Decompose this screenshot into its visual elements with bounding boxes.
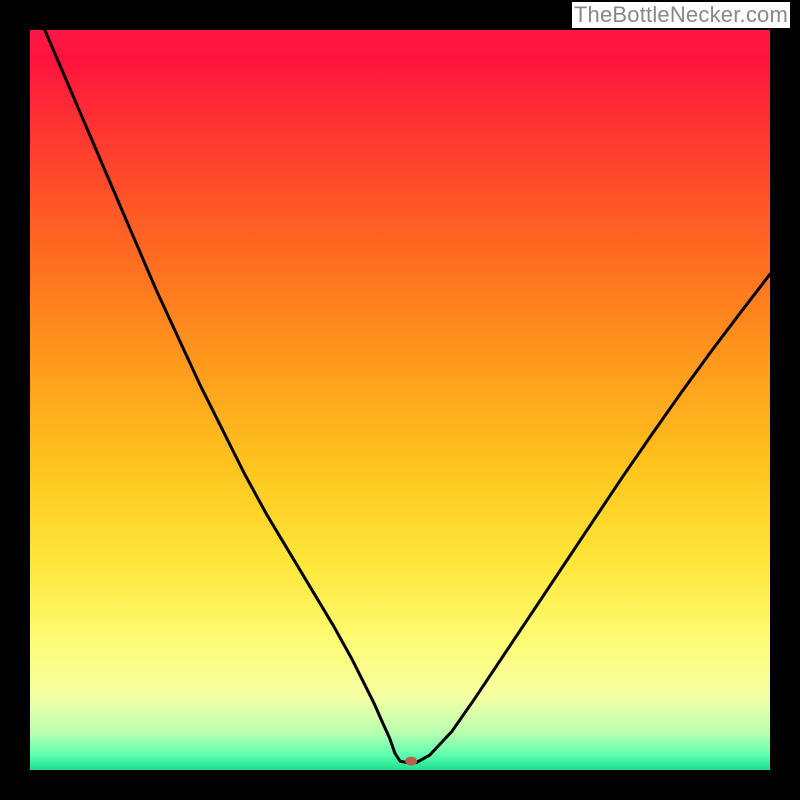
watermark: TheBottleNecker.com bbox=[572, 2, 790, 28]
bottleneck-chart: TheBottleNecker.com bbox=[0, 0, 800, 800]
optimal-marker bbox=[405, 757, 417, 766]
plot-area bbox=[30, 30, 770, 770]
chart-canvas bbox=[0, 0, 800, 800]
